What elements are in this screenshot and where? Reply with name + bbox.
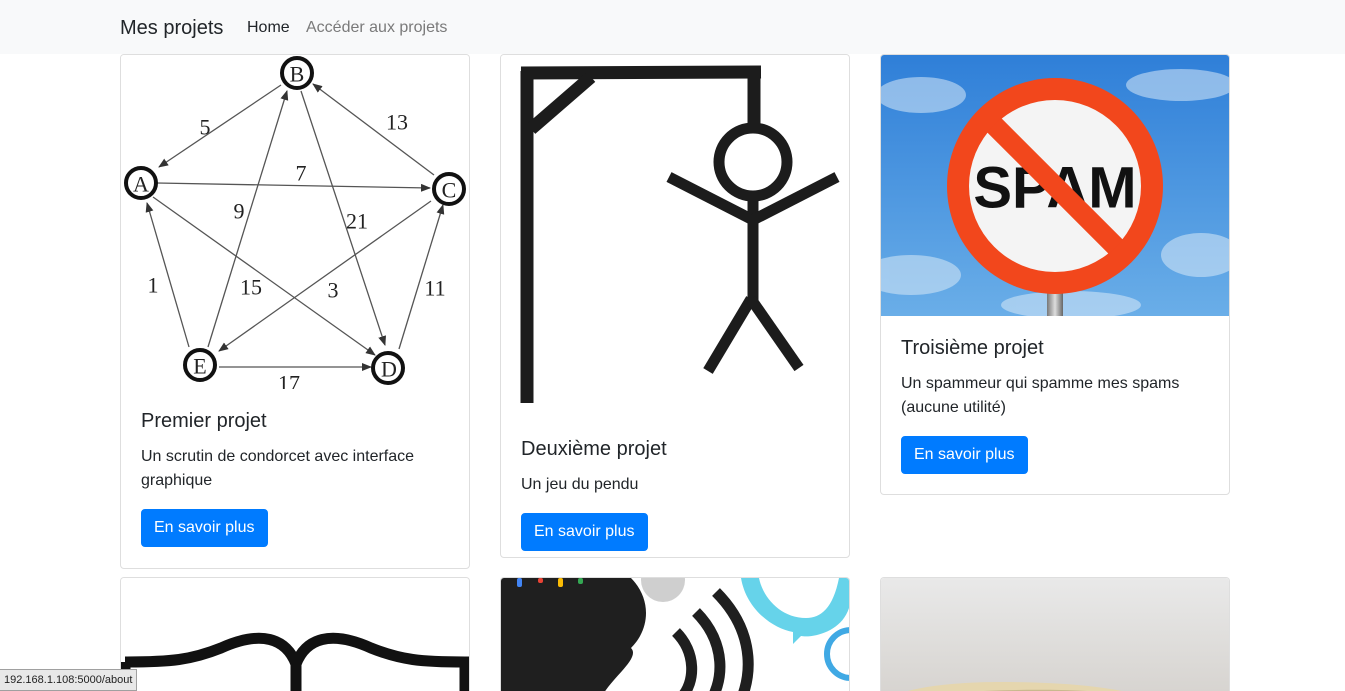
project-card-3: SPAM Troisième projet Un spammeur qui sp… — [880, 54, 1230, 495]
navbar: Mes projets Home Accéder aux projets — [0, 0, 1345, 54]
learn-more-button[interactable]: En savoir plus — [141, 509, 268, 547]
graph-edge-weight: 21 — [346, 209, 368, 234]
project-card-1: B A C D E 5 13 7 9 21 1 15 3 11 17 Premi… — [120, 54, 470, 569]
voice-assistant-image — [501, 578, 849, 691]
project-card-2: Deuxième projet Un jeu du pendu En savoi… — [500, 54, 850, 558]
graph-edge-weight: 9 — [234, 199, 245, 224]
graph-edge-weight: 11 — [424, 276, 445, 301]
browser-status-url: 192.168.1.108:5000/about — [0, 669, 138, 691]
graph-node-label: E — [193, 354, 206, 379]
project-photo-image — [881, 578, 1229, 691]
learn-more-button[interactable]: En savoir plus — [901, 436, 1028, 474]
card-text: Un spammeur qui spamme mes spams (aucune… — [901, 375, 1180, 416]
project-card-4 — [120, 577, 470, 691]
card-body: Premier projet Un scrutin de condorcet a… — [121, 389, 469, 567]
no-spam-sign-image: SPAM — [881, 55, 1229, 316]
card-body: Deuxième projet Un jeu du pendu En savoi… — [501, 417, 849, 557]
open-book-image — [121, 578, 469, 691]
card-text: Un jeu du pendu — [521, 476, 639, 493]
nav-link-home[interactable]: Home — [247, 19, 290, 37]
condorcet-graph-image: B A C D E 5 13 7 9 21 1 15 3 11 17 — [121, 55, 469, 389]
project-card-6 — [880, 577, 1230, 691]
graph-node-label: D — [381, 357, 397, 382]
card-title: Troisième projet — [901, 337, 1044, 359]
card-text: Un scrutin de condorcet avec interface g… — [141, 448, 415, 489]
graph-edge-weight: 1 — [148, 273, 159, 298]
card-title: Deuxième projet — [521, 438, 667, 460]
graph-edge-weight: 15 — [240, 275, 262, 300]
graph-node-label: B — [290, 62, 305, 87]
graph-node-label: A — [133, 172, 149, 197]
card-body: Troisième projet Un spammeur qui spamme … — [881, 316, 1229, 494]
graph-edge-weight: 5 — [200, 115, 211, 140]
navbar-brand[interactable]: Mes projets — [120, 16, 223, 40]
graph-edge-weight: 7 — [296, 161, 307, 186]
graph-edge-weight: 13 — [386, 110, 408, 135]
graph-edge-weight: 3 — [328, 278, 339, 303]
graph-node-label: C — [442, 178, 457, 203]
project-card-5 — [500, 577, 850, 691]
nav-link-projects[interactable]: Accéder aux projets — [306, 19, 447, 37]
graph-edge-weight: 17 — [278, 371, 300, 390]
card-title: Premier projet — [141, 410, 267, 432]
learn-more-button[interactable]: En savoir plus — [521, 513, 648, 551]
hangman-image — [501, 55, 849, 417]
